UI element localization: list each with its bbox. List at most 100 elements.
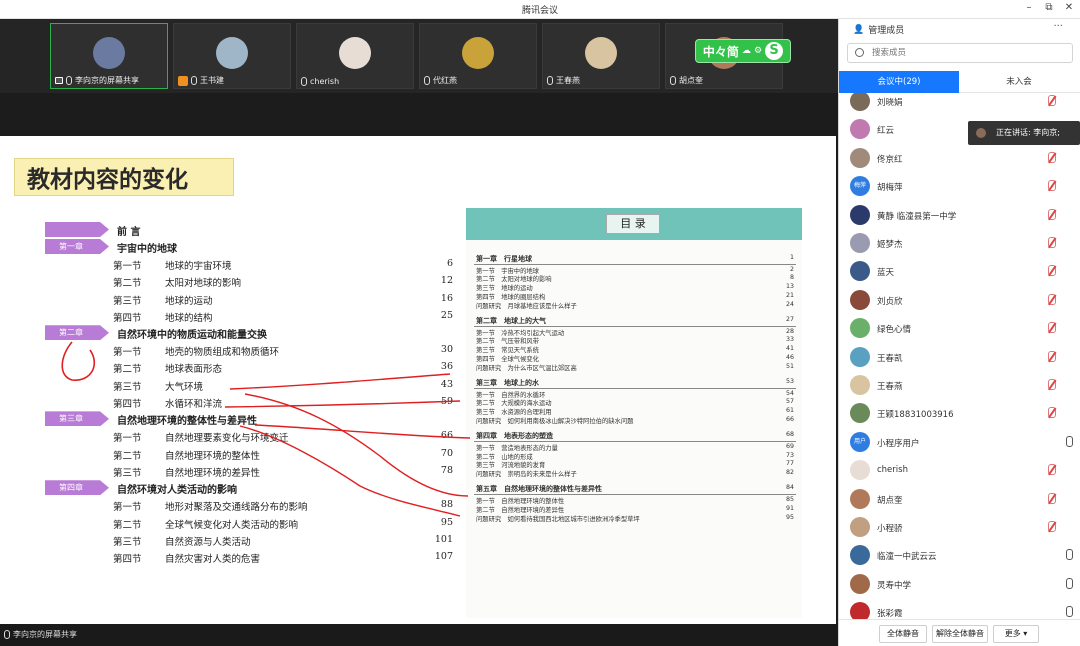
member-name: 王颖18831003916 <box>877 410 954 421</box>
title-bar: 腾讯会议 – ⧉ ✕ <box>0 0 1080 19</box>
mic-muted-icon[interactable] <box>1048 379 1056 390</box>
member-row[interactable]: 用户 小程序用户 <box>839 428 1080 456</box>
mic-icon <box>301 77 307 86</box>
ime-label: 中々简 <box>702 44 739 59</box>
avatar <box>850 289 870 310</box>
member-row[interactable]: 梅萍 胡梅萍 <box>839 172 1080 200</box>
member-name: 王春凯 <box>877 353 903 364</box>
avatar <box>850 318 870 339</box>
video-tile[interactable]: 王春燕 <box>542 23 660 89</box>
video-tile[interactable]: 代红燕 <box>419 23 537 89</box>
member-row[interactable]: cherish <box>839 456 1080 484</box>
mic-muted-icon[interactable] <box>1048 237 1056 248</box>
avatar <box>850 233 870 253</box>
mic-icon[interactable] <box>1066 606 1073 618</box>
panel-header: 👤 管理成员 ··· <box>839 19 1080 39</box>
tab-not-joined[interactable]: 未入会 <box>959 71 1079 93</box>
tile-name: cherish <box>301 77 339 86</box>
mic-icon[interactable] <box>1066 549 1073 561</box>
member-name: 灵寿中学 <box>877 580 912 591</box>
avatar <box>462 37 494 69</box>
member-row[interactable]: 王春燕 <box>839 371 1080 399</box>
restore-icon[interactable]: ⧉ <box>1042 2 1056 13</box>
mute-all-button[interactable]: 全体静音 <box>879 625 927 643</box>
panel-title: 管理成员 <box>868 26 905 36</box>
annotation-strokes <box>61 341 471 517</box>
bottom-bar: 李向京的屏幕共享 <box>0 624 838 646</box>
member-list: 刘晓娟红云佟京红梅萍 胡梅萍 黄静 临潼县第一中学姬梦杰蓝天 刘贞欣 绿色心情王春凯王春… <box>839 93 1080 619</box>
tile-name: 王春燕 <box>547 75 580 86</box>
member-name: 胡点奎 <box>877 495 903 506</box>
member-row[interactable]: 临潼一中武云云 <box>839 541 1080 569</box>
avatar <box>850 545 870 566</box>
tab-in-meeting[interactable]: 会议中(29) <box>839 71 959 93</box>
mic-icon <box>66 76 72 85</box>
member-row[interactable]: 黄静 临潼县第一中学 <box>839 201 1080 229</box>
member-search[interactable] <box>847 43 1073 63</box>
member-row[interactable]: 王春凯 <box>839 343 1080 371</box>
avatar <box>850 460 870 481</box>
panel-footer: 全体静音 解除全体静音 更多 ▾ <box>839 619 1080 646</box>
unmute-all-button[interactable]: 解除全体静音 <box>932 625 988 643</box>
tile-name-label: 胡点奎 <box>679 76 703 85</box>
mic-muted-icon[interactable] <box>1048 95 1056 106</box>
mic-icon[interactable] <box>1066 435 1073 447</box>
share-indicator: 李向京的屏幕共享 <box>4 629 77 640</box>
avatar <box>850 488 870 509</box>
member-row[interactable]: 佟京红 <box>839 144 1080 172</box>
tile-name-label: 代红燕 <box>433 76 457 85</box>
mic-muted-icon[interactable] <box>1048 265 1056 277</box>
member-search-input[interactable] <box>872 46 1062 60</box>
mic-muted-icon[interactable] <box>1048 521 1056 532</box>
mic-muted-icon[interactable] <box>1048 208 1056 220</box>
avatar <box>850 147 870 168</box>
mic-muted-icon[interactable] <box>1048 464 1056 476</box>
mic-muted-icon[interactable] <box>1048 293 1056 305</box>
avatar <box>585 37 617 69</box>
member-name: 佟京红 <box>877 154 903 165</box>
member-panel: 👤管理成员 ··· 会议中(29) 未入会 刘晓娟红云佟京红梅萍胡梅萍黄静 临潼… <box>838 19 1080 646</box>
member-row[interactable]: 绿色心情 <box>839 314 1080 342</box>
member-name: 红云 <box>877 126 895 137</box>
member-row[interactable]: 刘晓娟 <box>839 93 1080 115</box>
meeting-area: 李向京的屏幕共享 王书建 cherish 代红燕 王春燕 胡点奎 中々简 ☁ ⚙ S 教材… <box>0 19 838 646</box>
member-name: cherish <box>877 465 908 476</box>
member-tabs: 会议中(29) 未入会 <box>839 71 1080 93</box>
avatar <box>216 37 248 69</box>
member-row[interactable]: 王颖18831003916 <box>839 399 1080 427</box>
member-row[interactable]: 小程骄 <box>839 513 1080 541</box>
minimize-icon[interactable]: – <box>1022 2 1036 13</box>
avatar: 梅萍 <box>850 176 870 197</box>
more-button[interactable]: 更多 ▾ <box>993 625 1039 643</box>
mic-muted-icon[interactable] <box>1048 180 1056 192</box>
member-row[interactable]: 灵寿中学 <box>839 570 1080 598</box>
member-row[interactable]: 张彩霞 <box>839 598 1080 619</box>
mic-muted-icon[interactable] <box>1048 151 1056 163</box>
shared-slide: 教材内容的变化 前 言第一章 宇宙中的地球 第一节 地球的宇宙环境 6 第二节 太阳对地球的… <box>0 136 836 624</box>
panel-more-icon[interactable]: ··· <box>1053 21 1063 32</box>
avatar <box>850 346 870 367</box>
avatar: 用户 <box>850 431 870 452</box>
ime-toolbar[interactable]: 中々简 ☁ ⚙ S <box>695 39 791 63</box>
member-row[interactable]: 刘贞欣 <box>839 286 1080 314</box>
mic-icon <box>4 630 10 639</box>
tile-name: 胡点奎 <box>670 75 703 86</box>
member-row[interactable]: 姬梦杰 <box>839 229 1080 257</box>
member-name: 临潼一中武云云 <box>877 552 937 563</box>
mic-muted-icon[interactable] <box>1048 492 1056 504</box>
mic-icon[interactable] <box>1066 577 1073 589</box>
tile-name-label: cherish <box>310 77 340 86</box>
member-row[interactable]: 胡点奎 <box>839 485 1080 513</box>
member-name: 姬梦杰 <box>877 240 903 250</box>
tile-name: 王书建 <box>178 75 224 86</box>
video-tile[interactable]: 王书建 <box>173 23 291 89</box>
mic-muted-icon[interactable] <box>1048 350 1056 362</box>
video-tile[interactable]: cherish <box>296 23 414 89</box>
member-row[interactable]: 蓝天 <box>839 257 1080 285</box>
video-tile[interactable]: 李向京的屏幕共享 <box>50 23 168 89</box>
mic-muted-icon[interactable] <box>1048 322 1056 334</box>
close-icon[interactable]: ✕ <box>1062 2 1076 13</box>
mic-icon <box>191 76 197 85</box>
mic-muted-icon[interactable] <box>1048 407 1056 419</box>
member-name: 张彩霞 <box>877 609 903 619</box>
